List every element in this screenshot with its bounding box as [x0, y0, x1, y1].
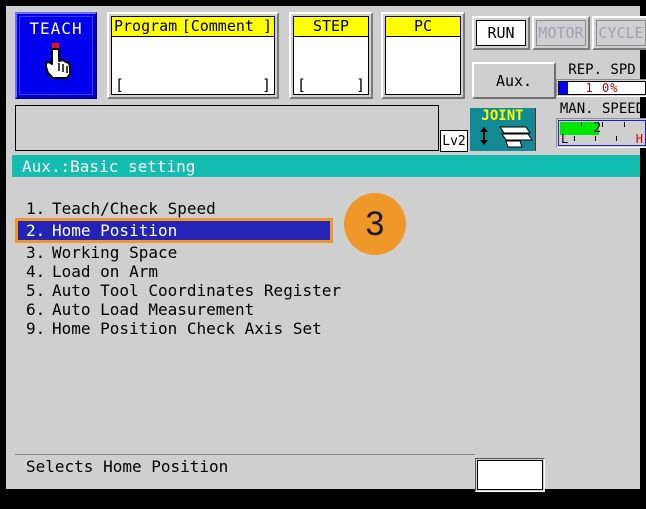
man-speed-tick [615, 136, 617, 141]
menu-list: 1. Teach/Check Speed 2. Home Position 3.… [12, 181, 640, 441]
menu-item-number: 9. [26, 319, 46, 338]
menu-item-label: Auto Tool Coordinates Register [52, 281, 341, 300]
message-strip [15, 105, 439, 151]
menu-item-auto-load-measurement[interactable]: 6. Auto Load Measurement [12, 300, 640, 319]
step-panel[interactable]: STEP [ ] [289, 12, 373, 99]
aux-button[interactable]: Aux. [472, 62, 556, 99]
rep-speed-track: 1 0% [558, 81, 646, 95]
status-message: Selects Home Position [26, 457, 229, 476]
joint-coordinate-icon[interactable]: JOINT [470, 108, 536, 151]
menu-item-number: 6. [26, 300, 46, 319]
menu-item-auto-tool-coordinates-register[interactable]: 5. Auto Tool Coordinates Register [12, 281, 640, 300]
menu-item-number: 4. [26, 262, 46, 281]
step-panel-header: STEP [294, 17, 368, 37]
step-panel-inner: STEP [ ] [293, 16, 369, 95]
menu-item-load-on-arm[interactable]: 4. Load on Arm [12, 262, 640, 281]
menu-item-label: Load on Arm [52, 262, 158, 281]
level-badge: Lv2 [440, 130, 468, 152]
man-speed-tick [580, 122, 582, 127]
menu-item-number: 2. [26, 221, 46, 240]
joint-icon-label: JOINT [481, 108, 524, 124]
teach-mode-button[interactable]: TEACH [15, 12, 97, 99]
man-speed-title: MAN. SPEED [559, 101, 645, 117]
man-speed-frame: 2 L H [556, 118, 646, 148]
step-panel-body: [ ] [294, 37, 368, 94]
program-panel-header: Program [Comment ] [112, 17, 274, 37]
motor-status-button[interactable]: MOTOR [532, 16, 590, 50]
menu-item-number: 3. [26, 243, 46, 262]
program-panel[interactable]: Program [Comment ] [ ] [107, 12, 279, 99]
man-speed-value: 2 [593, 121, 602, 136]
teach-button-label: TEACH [29, 19, 83, 38]
pc-panel-body [386, 37, 460, 94]
menu-item-label: Home Position [52, 221, 178, 240]
motor-status-label: MOTOR [536, 20, 586, 46]
rep-speed-title: REP. SPD [568, 62, 636, 78]
program-panel-body: [ ] [112, 37, 274, 94]
run-status-label: RUN [476, 20, 526, 46]
man-speed-tick [595, 136, 597, 141]
menu-item-home-position-check-axis-set[interactable]: 9. Home Position Check Axis Set [12, 319, 640, 338]
comment-header-label: [Comment ] [181, 17, 272, 35]
step-open-bracket: [ [297, 76, 307, 94]
menu-item-label: Teach/Check Speed [52, 199, 216, 218]
menu-item-home-position[interactable]: 2. Home Position [15, 218, 333, 243]
menu-item-number: 1. [26, 199, 46, 218]
footer-input-box[interactable] [475, 458, 545, 492]
hand-pointing-icon [39, 41, 73, 85]
teach-button-inner: TEACH [19, 16, 93, 95]
step-close-bracket: ] [355, 76, 365, 94]
page-title: Aux.:Basic setting [12, 155, 640, 177]
menu-item-label: Working Space [52, 243, 178, 262]
program-panel-inner: Program [Comment ] [ ] [111, 16, 275, 95]
man-speed-tick [623, 122, 625, 127]
program-open-bracket: [ [115, 76, 125, 94]
menu-item-working-space[interactable]: 3. Working Space [12, 243, 640, 262]
pc-panel[interactable]: PC [381, 12, 465, 99]
footer-input-field[interactable] [477, 460, 543, 490]
menu-item-label: Home Position Check Axis Set [52, 319, 322, 338]
man-speed-track: 2 L H [558, 120, 646, 146]
pc-panel-header: PC [386, 17, 460, 37]
man-speed-tick [574, 136, 576, 141]
menu-item-label: Auto Load Measurement [52, 300, 255, 319]
cycle-status-button[interactable]: CYCLE [592, 16, 646, 50]
pendant-screen: TEACH Program [Comment ] [] STEP [] PC… [0, 0, 646, 509]
menu-item-teach-check-speed[interactable]: 1. Teach/Check Speed [12, 199, 640, 218]
program-close-bracket: ] [261, 76, 271, 94]
rep-speed-value: 1 0% [585, 81, 619, 95]
cycle-status-label: CYCLE [596, 20, 646, 46]
man-speed-gauge: MAN. SPEED 2 L H [556, 101, 646, 148]
rep-speed-gauge: REP. SPD 1 0% [556, 62, 646, 97]
run-status-button[interactable]: RUN [472, 16, 530, 50]
rep-speed-frame: 1 0% [556, 79, 646, 97]
pc-panel-inner: PC [385, 16, 461, 95]
pendant-chassis: TEACH Program [Comment ] [] STEP [] PC… [6, 6, 646, 492]
menu-item-number: 5. [26, 281, 46, 300]
man-speed-tick [602, 122, 603, 127]
footer-divider [15, 454, 475, 455]
step-number-badge: 3 [344, 193, 406, 255]
man-speed-high-label: H [635, 132, 643, 146]
program-header-label: Program [114, 17, 178, 35]
man-speed-low-label: L [561, 132, 569, 146]
